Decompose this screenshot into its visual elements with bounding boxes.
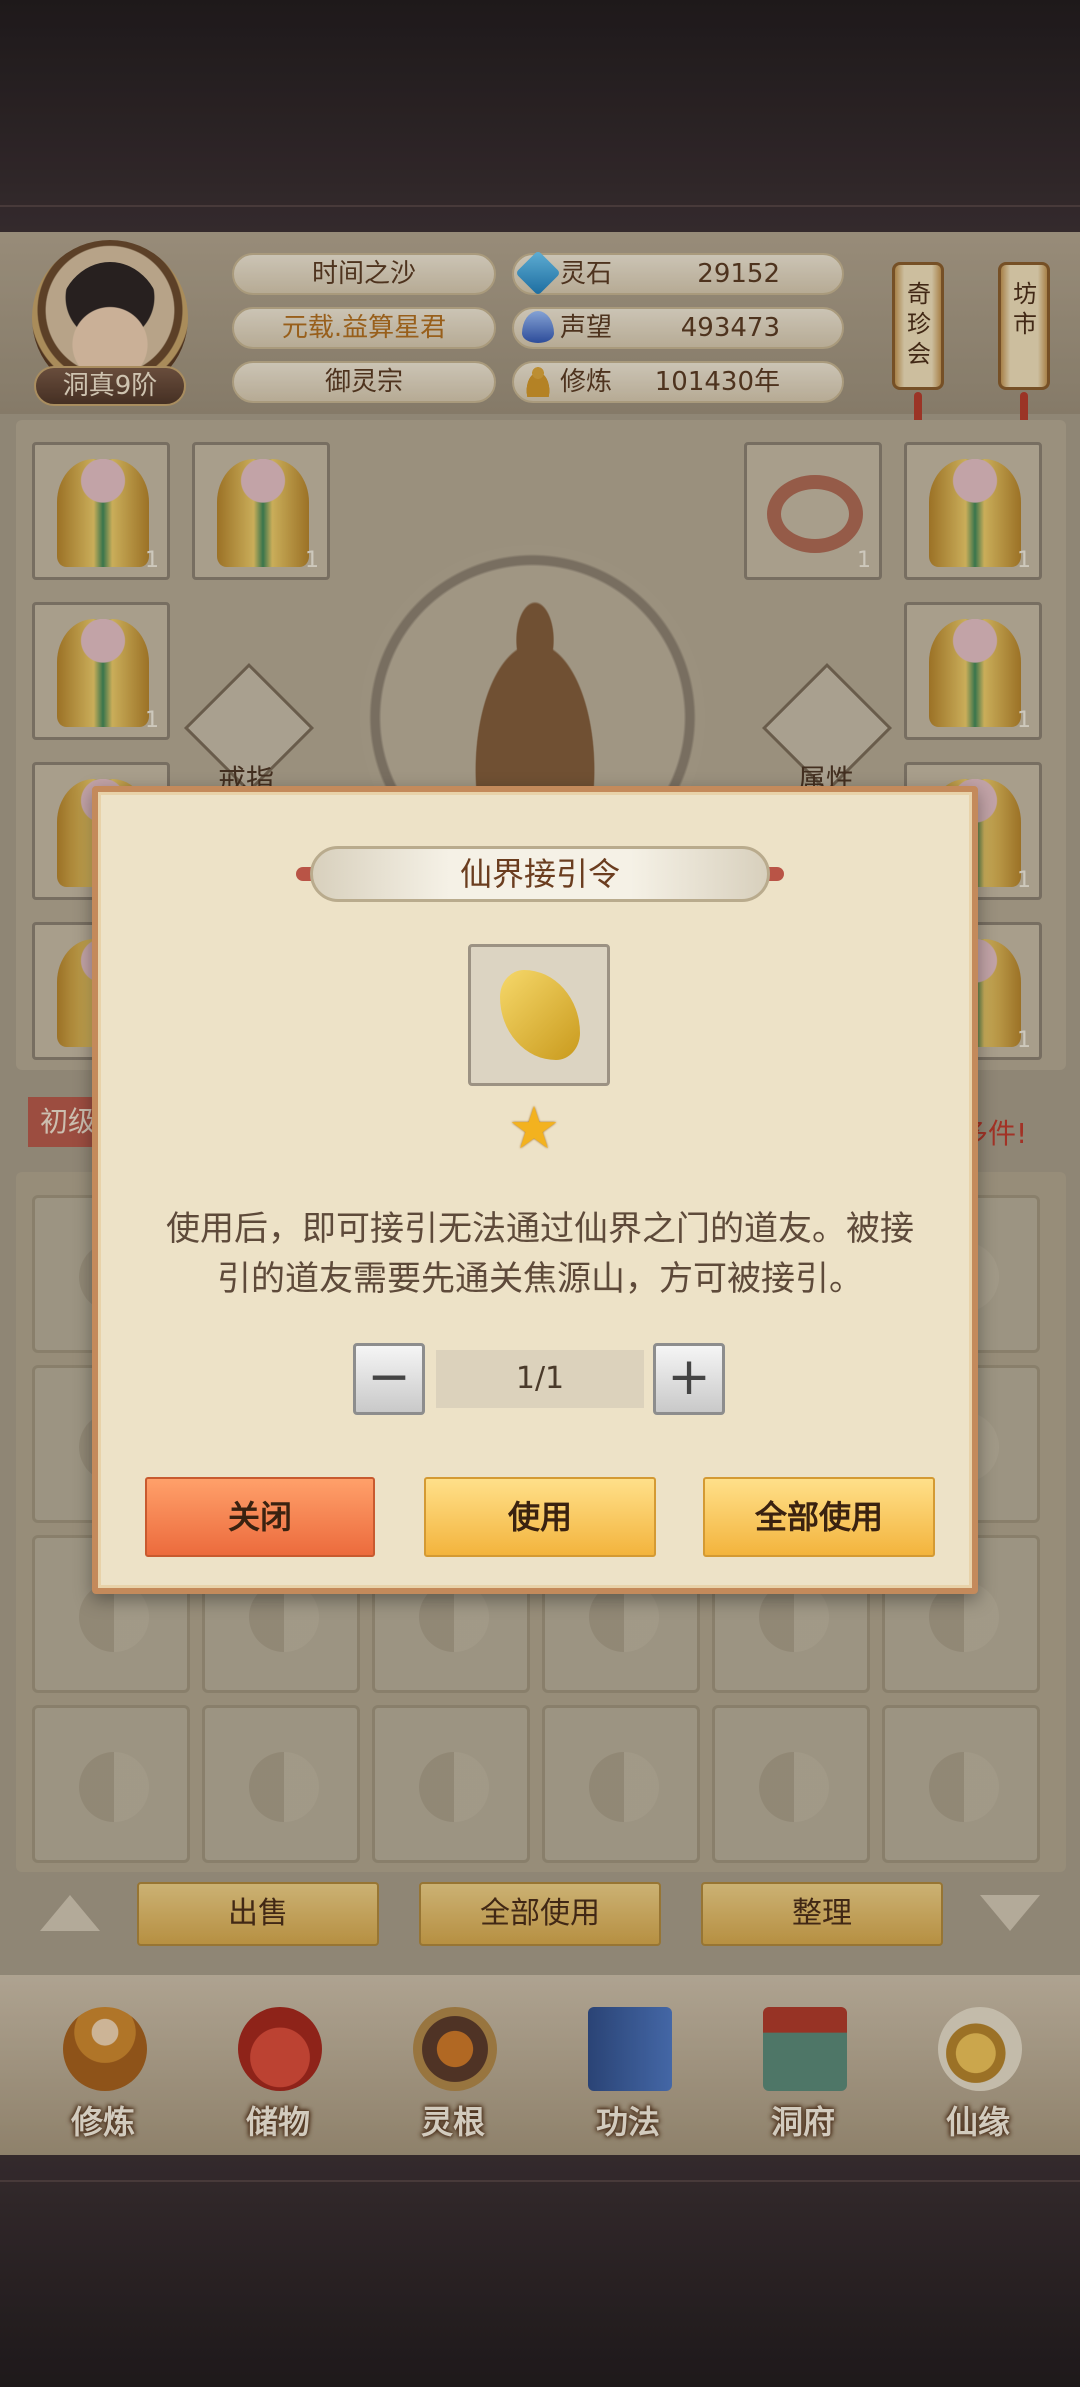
item-description: 使用后，即可接引无法通过仙界之门的道友。被接引的道友需要先通关焦源山，方可被接引… xyxy=(166,1209,914,1299)
item-use-dialog xyxy=(92,786,978,1594)
close-button[interactable]: 关闭 xyxy=(145,1477,375,1557)
quantity-display: 1/1 xyxy=(436,1350,644,1408)
increase-quantity-button[interactable]: + xyxy=(653,1343,725,1415)
dialog-title: 仙界接引令 xyxy=(310,846,770,902)
star-icon: ★ xyxy=(508,1094,560,1162)
use-all-button[interactable]: 全部使用 xyxy=(703,1477,935,1557)
use-button[interactable]: 使用 xyxy=(424,1477,656,1557)
decrease-quantity-button[interactable]: − xyxy=(353,1343,425,1415)
